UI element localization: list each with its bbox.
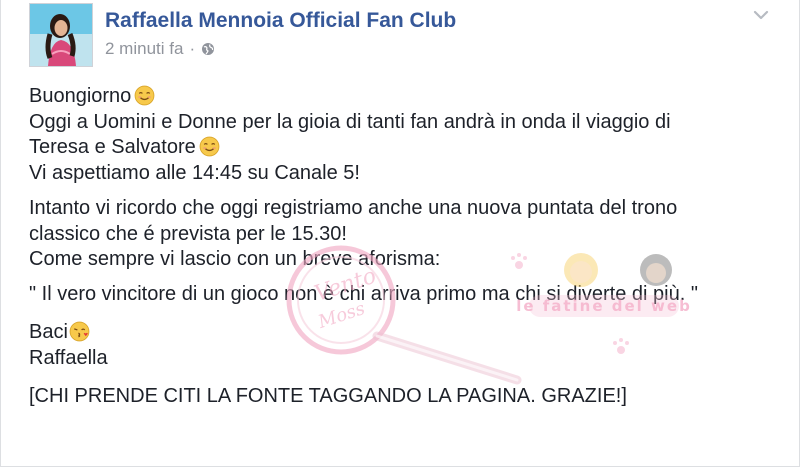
post-line: Oggi a Uomini e Donne per la gioia di ta… (29, 110, 671, 133)
post-line: Vi aspettiamo alle 14:45 su Canale 5! (29, 161, 360, 184)
post-quote: " Il vero vincitore di un gioco non è ch… (29, 282, 698, 305)
post-line: [CHI PRENDE CITI LA FONTE TAGGANDO LA PA… (29, 385, 627, 407)
post-line: Intanto vi ricordo che oggi registriamo … (29, 197, 678, 219)
post-line: Teresa e Salvatore (29, 135, 774, 161)
smiling-face-icon (134, 85, 155, 106)
chevron-down-icon[interactable] (753, 8, 769, 22)
post-body: Buongiorno Oggi a Uomini e Donne per la … (29, 84, 774, 410)
kiss-face-icon (69, 321, 90, 342)
profile-photo-icon (30, 4, 92, 66)
post-line: classico che é prevista per le 15.30! (29, 222, 347, 245)
post-line: Buongiorno (29, 84, 774, 110)
facebook-post: Raffaella Mennoia Official Fan Club 2 mi… (0, 0, 800, 467)
post-line: Come sempre vi lascio con un breve afori… (29, 248, 441, 270)
page-avatar[interactable] (29, 3, 93, 67)
post-line: Baci (29, 320, 774, 346)
smiling-face-icon (199, 136, 220, 157)
post-line: Raffaella (29, 346, 108, 369)
meta-separator: · (189, 39, 196, 58)
page-name-link[interactable]: Raffaella Mennoia Official Fan Club (105, 9, 456, 33)
post-meta: 2 minuti fa · (105, 39, 215, 59)
globe-icon[interactable] (201, 42, 215, 56)
post-timestamp[interactable]: 2 minuti fa (105, 39, 183, 59)
